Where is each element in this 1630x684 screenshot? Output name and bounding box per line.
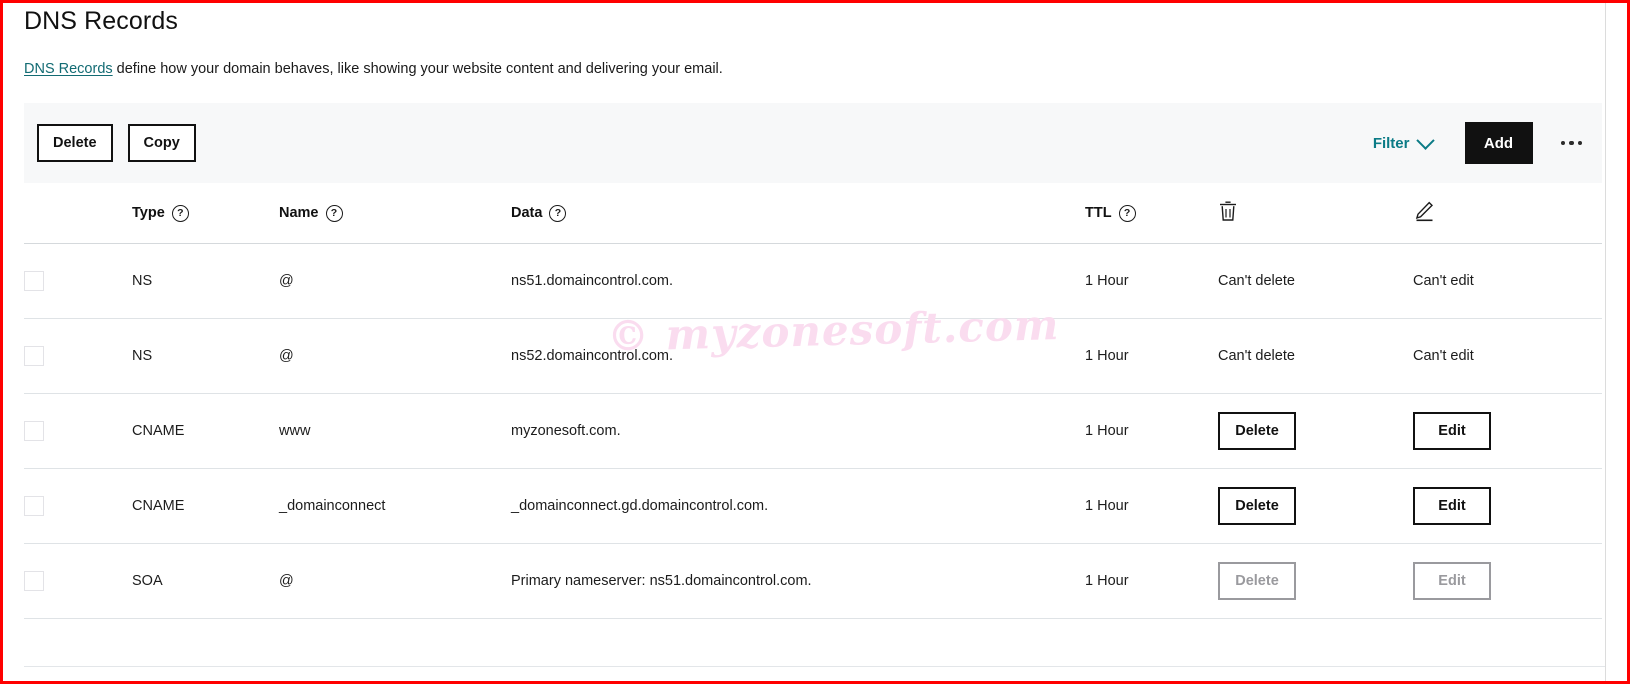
dns-records-table: Type ? Name ? Data ? TTL ? NS @ ns51.dom…: [24, 183, 1602, 619]
row-edit-disabled-text: Can't edit: [1413, 318, 1602, 394]
row-checkbox-cell: [24, 393, 132, 469]
row-ttl: 1 Hour: [1085, 243, 1218, 319]
column-data: Data ?: [511, 183, 1085, 244]
pencil-icon[interactable]: [1413, 200, 1435, 222]
page-bottom-divider: [24, 666, 1605, 667]
table-body: NS @ ns51.domaincontrol.com. 1 Hour Can'…: [24, 243, 1602, 619]
row-type: NS: [132, 243, 279, 319]
row-checkbox[interactable]: [24, 271, 44, 291]
column-ttl: TTL ?: [1085, 183, 1218, 244]
row-ttl: 1 Hour: [1085, 318, 1218, 394]
table-header-row: Type ? Name ? Data ? TTL ?: [24, 183, 1602, 244]
row-delete-cell: Delete: [1218, 543, 1413, 619]
page-description-text: define how your domain behaves, like sho…: [112, 61, 723, 77]
column-type: Type ?: [132, 183, 279, 244]
row-edit-button[interactable]: Edit: [1413, 487, 1491, 525]
page-right-gutter: [1605, 3, 1627, 681]
row-delete-disabled-text: Can't delete: [1218, 243, 1413, 319]
row-checkbox-cell: [24, 243, 132, 319]
chevron-down-icon: [1415, 130, 1435, 150]
dns-records-page: DNS Records DNS Records define how your …: [3, 3, 1627, 681]
row-delete-button[interactable]: Delete: [1218, 412, 1296, 450]
row-name: @: [279, 243, 511, 319]
dns-records-link[interactable]: DNS Records: [24, 61, 113, 77]
row-checkbox[interactable]: [24, 346, 44, 366]
row-delete-cell: Delete: [1218, 393, 1413, 469]
ellipsis-icon[interactable]: [1560, 140, 1582, 146]
row-type: SOA: [132, 543, 279, 619]
row-delete-cell: Delete: [1218, 468, 1413, 544]
row-edit-cell: Edit: [1413, 543, 1602, 619]
row-checkbox-cell: [24, 318, 132, 394]
row-delete-button[interactable]: Delete: [1218, 487, 1296, 525]
column-data-label: Data: [511, 205, 543, 221]
row-edit-button-disabled: Edit: [1413, 562, 1491, 600]
help-circle-icon[interactable]: ?: [549, 204, 567, 222]
add-button[interactable]: Add: [1464, 122, 1533, 164]
row-delete-disabled-text: Can't delete: [1218, 318, 1413, 394]
screenshot-frame: DNS Records DNS Records define how your …: [0, 0, 1630, 684]
help-circle-icon[interactable]: ?: [325, 204, 343, 222]
row-checkbox-cell: [24, 468, 132, 544]
row-checkbox[interactable]: [24, 496, 44, 516]
table-footer: [24, 619, 1602, 661]
table-row: CNAME www myzonesoft.com. 1 Hour Delete …: [24, 393, 1602, 469]
table-toolbar: Delete Copy Filter Add: [24, 103, 1602, 183]
row-type: CNAME: [132, 393, 279, 469]
row-name: @: [279, 318, 511, 394]
filter-button[interactable]: Filter: [1372, 130, 1435, 152]
page-title: DNS Records: [24, 7, 178, 35]
row-data: _domainconnect.gd.domaincontrol.com.: [511, 468, 1085, 544]
row-name: @: [279, 543, 511, 619]
row-edit-cell: Edit: [1413, 393, 1602, 469]
row-checkbox-cell: [24, 543, 132, 619]
filter-label: Filter: [1372, 134, 1410, 152]
row-ttl: 1 Hour: [1085, 468, 1218, 544]
trash-icon[interactable]: [1218, 200, 1238, 222]
row-data: ns52.domaincontrol.com.: [511, 318, 1085, 394]
column-ttl-label: TTL: [1085, 205, 1112, 221]
row-edit-disabled-text: Can't edit: [1413, 243, 1602, 319]
row-edit-cell: Edit: [1413, 468, 1602, 544]
page-description: DNS Records define how your domain behav…: [24, 61, 723, 77]
help-circle-icon[interactable]: ?: [171, 204, 189, 222]
table-row: NS @ ns52.domaincontrol.com. 1 Hour Can'…: [24, 318, 1602, 394]
table-row: CNAME _domainconnect _domainconnect.gd.d…: [24, 468, 1602, 544]
column-name: Name ?: [279, 183, 511, 244]
table-row: SOA @ Primary nameserver: ns51.domaincon…: [24, 543, 1602, 619]
table-row: NS @ ns51.domaincontrol.com. 1 Hour Can'…: [24, 243, 1602, 319]
column-type-label: Type: [132, 205, 165, 221]
column-delete: [1218, 183, 1413, 244]
column-name-label: Name: [279, 205, 319, 221]
row-name: _domainconnect: [279, 468, 511, 544]
help-circle-icon[interactable]: ?: [1118, 204, 1136, 222]
row-type: NS: [132, 318, 279, 394]
table-header: Type ? Name ? Data ? TTL ?: [24, 183, 1602, 244]
toolbar-right-group: Filter Add: [1373, 103, 1602, 183]
row-data: Primary nameserver: ns51.domaincontrol.c…: [511, 543, 1085, 619]
dns-records-card: Delete Copy Filter Add Type ? Name ? Dat…: [24, 103, 1602, 661]
row-checkbox[interactable]: [24, 571, 44, 591]
row-ttl: 1 Hour: [1085, 393, 1218, 469]
column-edit: [1413, 183, 1602, 244]
row-data: myzonesoft.com.: [511, 393, 1085, 469]
copy-button[interactable]: Copy: [127, 124, 196, 162]
row-ttl: 1 Hour: [1085, 543, 1218, 619]
row-data: ns51.domaincontrol.com.: [511, 243, 1085, 319]
row-edit-button[interactable]: Edit: [1413, 412, 1491, 450]
delete-button[interactable]: Delete: [37, 124, 113, 162]
row-delete-button-disabled: Delete: [1218, 562, 1296, 600]
row-name: www: [279, 393, 511, 469]
row-checkbox[interactable]: [24, 421, 44, 441]
row-type: CNAME: [132, 468, 279, 544]
column-select-all: [24, 183, 132, 244]
